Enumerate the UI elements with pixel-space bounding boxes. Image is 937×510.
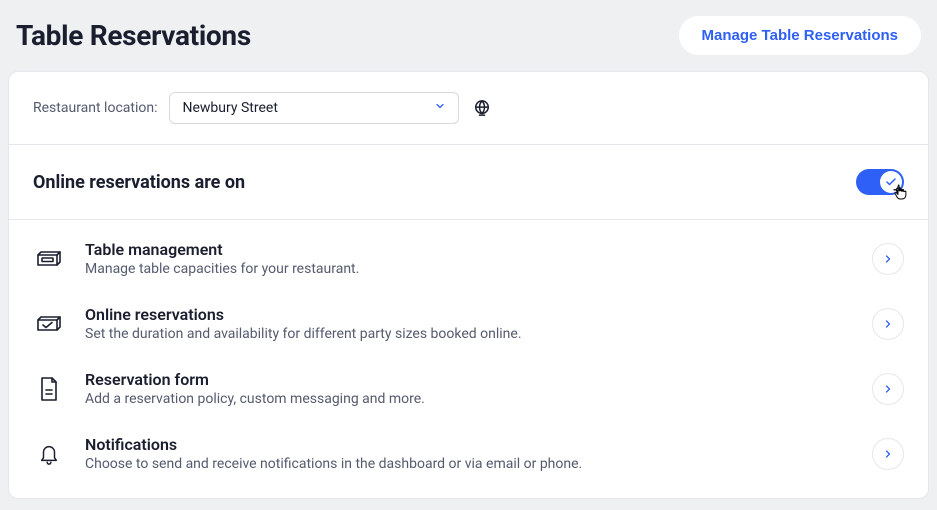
item-title: Table management <box>85 240 852 259</box>
item-title: Notifications <box>85 435 852 454</box>
online-reservations-toggle[interactable] <box>856 169 904 195</box>
manage-reservations-button[interactable]: Manage Table Reservations <box>679 16 921 55</box>
item-online-reservations[interactable]: Online reservations Set the duration and… <box>9 291 928 356</box>
item-reservation-form[interactable]: Reservation form Add a reservation polic… <box>9 356 928 421</box>
item-notifications[interactable]: Notifications Choose to send and receive… <box>9 421 928 486</box>
calendar-check-icon <box>33 308 65 340</box>
chevron-right-icon[interactable] <box>872 243 904 275</box>
item-table-management[interactable]: Table management Manage table capacities… <box>9 226 928 291</box>
bell-icon <box>33 438 65 470</box>
item-title: Reservation form <box>85 370 852 389</box>
page-title: Table Reservations <box>16 19 251 52</box>
location-selected-value: Newbury Street <box>182 100 277 116</box>
location-select[interactable]: Newbury Street <box>169 92 459 124</box>
check-icon <box>885 176 897 188</box>
settings-list: Table management Manage table capacities… <box>9 220 928 498</box>
form-icon <box>33 373 65 405</box>
chevron-right-icon[interactable] <box>872 438 904 470</box>
chevron-right-icon[interactable] <box>872 373 904 405</box>
location-label: Restaurant location: <box>33 100 157 116</box>
item-desc: Add a reservation policy, custom messagi… <box>85 391 852 407</box>
table-icon <box>33 243 65 275</box>
online-reservations-status: Online reservations are on <box>33 172 245 193</box>
chevron-down-icon <box>434 100 446 116</box>
item-desc: Choose to send and receive notifications… <box>85 456 852 472</box>
item-title: Online reservations <box>85 305 852 324</box>
globe-icon[interactable] <box>471 97 493 119</box>
item-desc: Set the duration and availability for di… <box>85 326 852 342</box>
chevron-right-icon[interactable] <box>872 308 904 340</box>
item-desc: Manage table capacities for your restaur… <box>85 261 852 277</box>
settings-card: Restaurant location: Newbury Street <box>8 71 929 499</box>
